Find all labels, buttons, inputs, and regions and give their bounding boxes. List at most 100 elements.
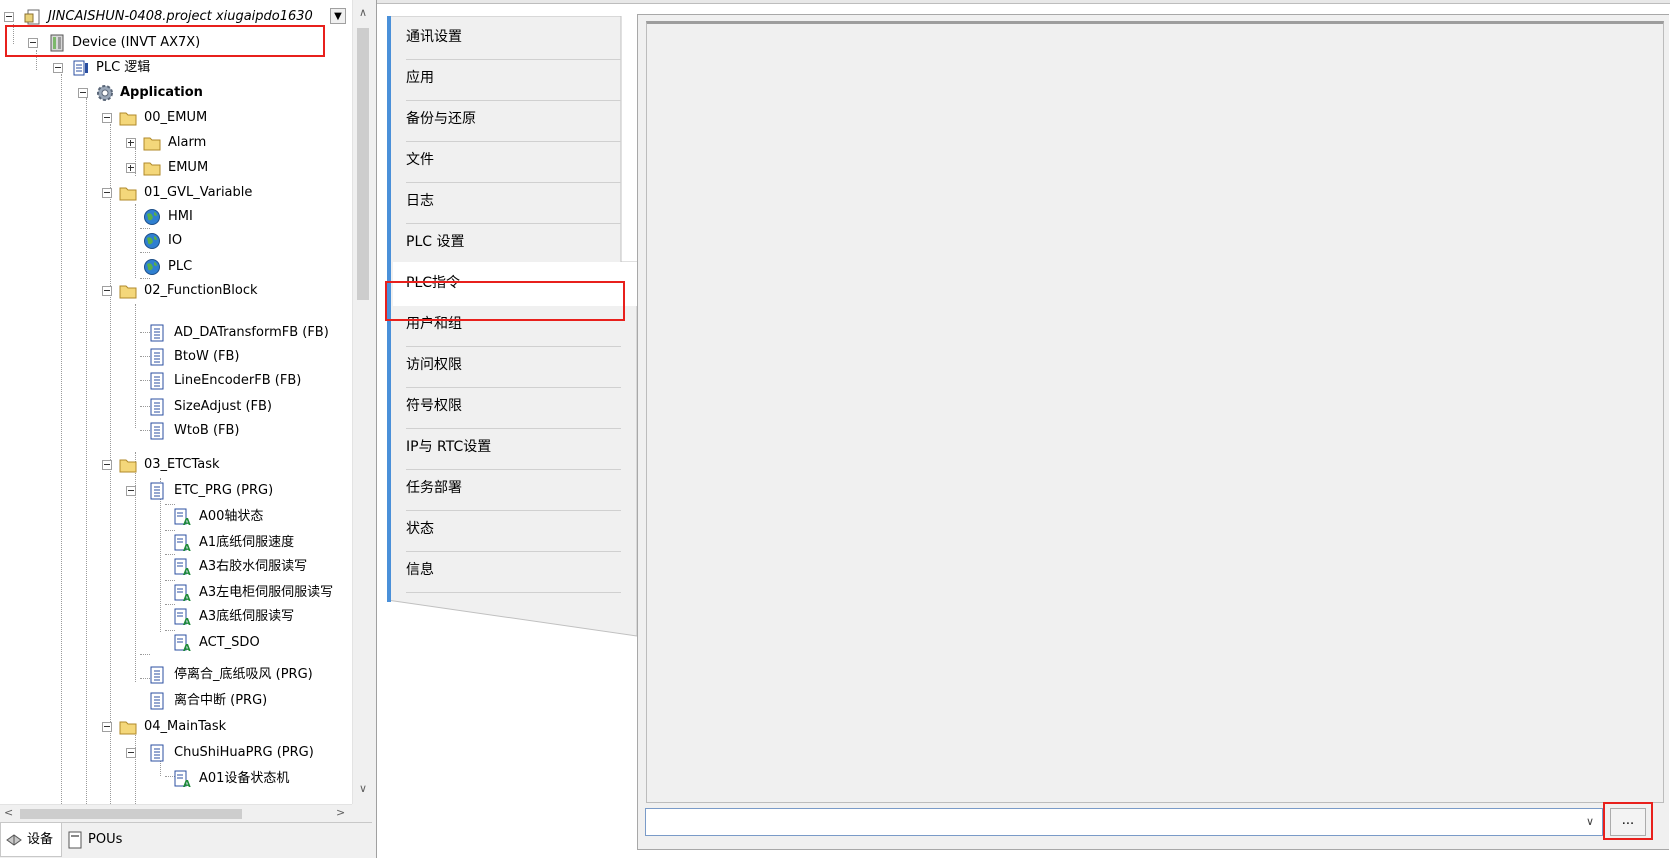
document-icon (150, 744, 164, 762)
action-icon: A (174, 770, 191, 788)
tree-node-folder[interactable]: 00_EMUM (0, 105, 330, 131)
tree-node-action[interactable]: A A01设备状态机 (0, 766, 340, 792)
tree-node-plc-logic[interactable]: PLC 逻辑 (0, 55, 330, 81)
tab-devices[interactable]: 设备 (0, 823, 62, 857)
tree-node-action[interactable]: A A3右胶水伺服读写 (0, 554, 340, 580)
tree-label: WtoB (FB) (174, 423, 240, 438)
collapse-toggle[interactable] (53, 63, 63, 73)
nav-item-plc-settings[interactable]: PLC 设置 (393, 221, 621, 265)
collapse-toggle[interactable] (78, 88, 88, 98)
tree-horizontal-scrollbar[interactable]: < > (0, 804, 352, 822)
tree-label: IO (168, 233, 183, 248)
tree-node-action[interactable]: A A1底纸伺服速度 (0, 530, 340, 556)
tree-label: 04_MainTask (144, 719, 227, 734)
tree-node-pou[interactable]: 离合中断 (PRG) (0, 688, 340, 714)
tree-node-pou[interactable]: LineEncoderFB (FB) (0, 368, 330, 394)
nav-item-comm-settings[interactable]: 通讯设置 (393, 16, 621, 60)
tree-node-folder[interactable]: 04_MainTask (0, 714, 330, 740)
shell-output-area[interactable] (646, 21, 1664, 803)
nav-item-backup-restore[interactable]: 备份与还原 (393, 98, 621, 142)
collapse-toggle[interactable] (102, 286, 112, 296)
tree-node-action[interactable]: A ACT_SDO (0, 630, 340, 656)
panel-tabs: 设备 POUs (0, 822, 372, 858)
command-input[interactable] (650, 812, 1570, 832)
devices-icon (6, 834, 22, 846)
action-icon: A (174, 534, 191, 552)
tree-node-folder[interactable]: 03_ETCTask (0, 452, 330, 478)
device-editor: 通讯设置 应用 备份与还原 文件 日志 PLC 设置 PLC指令 用户和组 访问… (376, 0, 1670, 858)
tree-node-pou[interactable]: ETC_PRG (PRG) (0, 478, 330, 504)
tree-label: 停离合_底纸吸风 (PRG) (174, 667, 313, 682)
nav-label: 符号权限 (406, 398, 462, 414)
tree-node-folder[interactable]: EMUM (0, 155, 330, 181)
nav-label: 文件 (406, 152, 434, 168)
device-tree: JINCAISHUN-0408.project xiugaipdo1630 ▼ … (0, 0, 352, 804)
nav-item-plc-shell[interactable]: PLC指令 (393, 262, 637, 306)
scroll-left-icon[interactable]: < (4, 806, 13, 819)
tree-label: LineEncoderFB (FB) (174, 373, 302, 388)
nav-item-symbol-rights[interactable]: 符号权限 (393, 385, 621, 429)
nav-item-task-deployment[interactable]: 任务部署 (393, 467, 621, 511)
collapse-toggle[interactable] (126, 486, 136, 496)
tree-node-pou[interactable]: BtoW (FB) (0, 344, 330, 370)
tree-node-action[interactable]: A A3左电柜伺服伺服读写 (0, 580, 350, 606)
gear-icon (97, 85, 113, 101)
browse-command-button[interactable]: ... (1610, 808, 1646, 836)
tree-node-pou[interactable]: SizeAdjust (FB) (0, 394, 330, 420)
collapse-toggle[interactable] (28, 38, 38, 48)
svg-text:A: A (183, 593, 191, 602)
chevron-down-icon[interactable]: ▼ (330, 8, 346, 24)
tree-node-pou[interactable]: 停离合_底纸吸风 (PRG) (0, 662, 340, 688)
folder-icon (119, 721, 137, 735)
nav-separator (406, 592, 621, 593)
tree-label: ETC_PRG (PRG) (174, 483, 274, 498)
collapse-toggle[interactable] (126, 748, 136, 758)
tree-node-pou[interactable]: WtoB (FB) (0, 418, 330, 444)
nav-item-status[interactable]: 状态 (393, 508, 621, 552)
tree-node-gvl[interactable]: HMI (0, 204, 330, 230)
nav-item-application[interactable]: 应用 (393, 57, 621, 101)
tab-pous[interactable]: POUs (62, 823, 132, 857)
collapse-toggle[interactable] (102, 722, 112, 732)
collapse-toggle[interactable] (102, 113, 112, 123)
chevron-down-icon[interactable]: ∨ (1582, 813, 1598, 831)
svg-text:A: A (183, 517, 191, 526)
scroll-down-icon[interactable]: ∨ (357, 782, 369, 795)
collapse-toggle[interactable] (4, 12, 14, 22)
tree-label: 00_EMUM (144, 110, 208, 125)
tree-node-action[interactable]: A A00轴状态 (0, 504, 340, 530)
expand-toggle[interactable] (126, 163, 136, 173)
nav-label: 备份与还原 (406, 111, 476, 127)
tree-node-folder[interactable]: Alarm (0, 130, 330, 156)
nav-item-access-rights[interactable]: 访问权限 (393, 344, 621, 388)
tree-node-pou[interactable]: ChuShiHuaPRG (PRG) (0, 740, 330, 766)
nav-item-files[interactable]: 文件 (393, 139, 621, 183)
folder-icon (119, 459, 137, 473)
tree-node-action[interactable]: A A3底纸伺服读写 (0, 604, 340, 630)
tree-node-gvl[interactable]: PLC (0, 254, 330, 280)
scroll-right-icon[interactable]: > (336, 806, 345, 819)
scrollbar-thumb[interactable] (357, 28, 369, 300)
tree-node-folder[interactable]: 01_GVL_Variable (0, 180, 330, 206)
tree-vertical-scrollbar[interactable]: ∧ ∨ (352, 0, 372, 804)
scrollbar-thumb[interactable] (20, 809, 242, 819)
command-combobox[interactable]: ∨ (645, 808, 1603, 836)
scroll-up-icon[interactable]: ∧ (357, 6, 369, 19)
expand-toggle[interactable] (126, 138, 136, 148)
nav-item-users-groups[interactable]: 用户和组 (393, 303, 621, 347)
tree-node-project[interactable]: JINCAISHUN-0408.project xiugaipdo1630 (0, 4, 350, 30)
collapse-toggle[interactable] (102, 460, 112, 470)
nav-item-log[interactable]: 日志 (393, 180, 621, 224)
collapse-toggle[interactable] (102, 188, 112, 198)
folder-icon (119, 285, 137, 299)
tree-node-gvl[interactable]: IO (0, 228, 330, 254)
tree-node-folder[interactable]: 02_FunctionBlock (0, 278, 330, 304)
nav-item-ip-rtc[interactable]: IP与 RTC设置 (393, 426, 621, 470)
globe-icon (144, 233, 160, 249)
tree-node-application[interactable]: Application (0, 80, 330, 106)
tree-node-pou[interactable]: AD_DATransformFB (FB) (0, 320, 330, 346)
nav-item-information[interactable]: 信息 (393, 549, 621, 593)
tree-node-device[interactable]: Device (INVT AX7X) (0, 30, 330, 56)
folder-icon (143, 162, 161, 176)
folder-icon (119, 112, 137, 126)
